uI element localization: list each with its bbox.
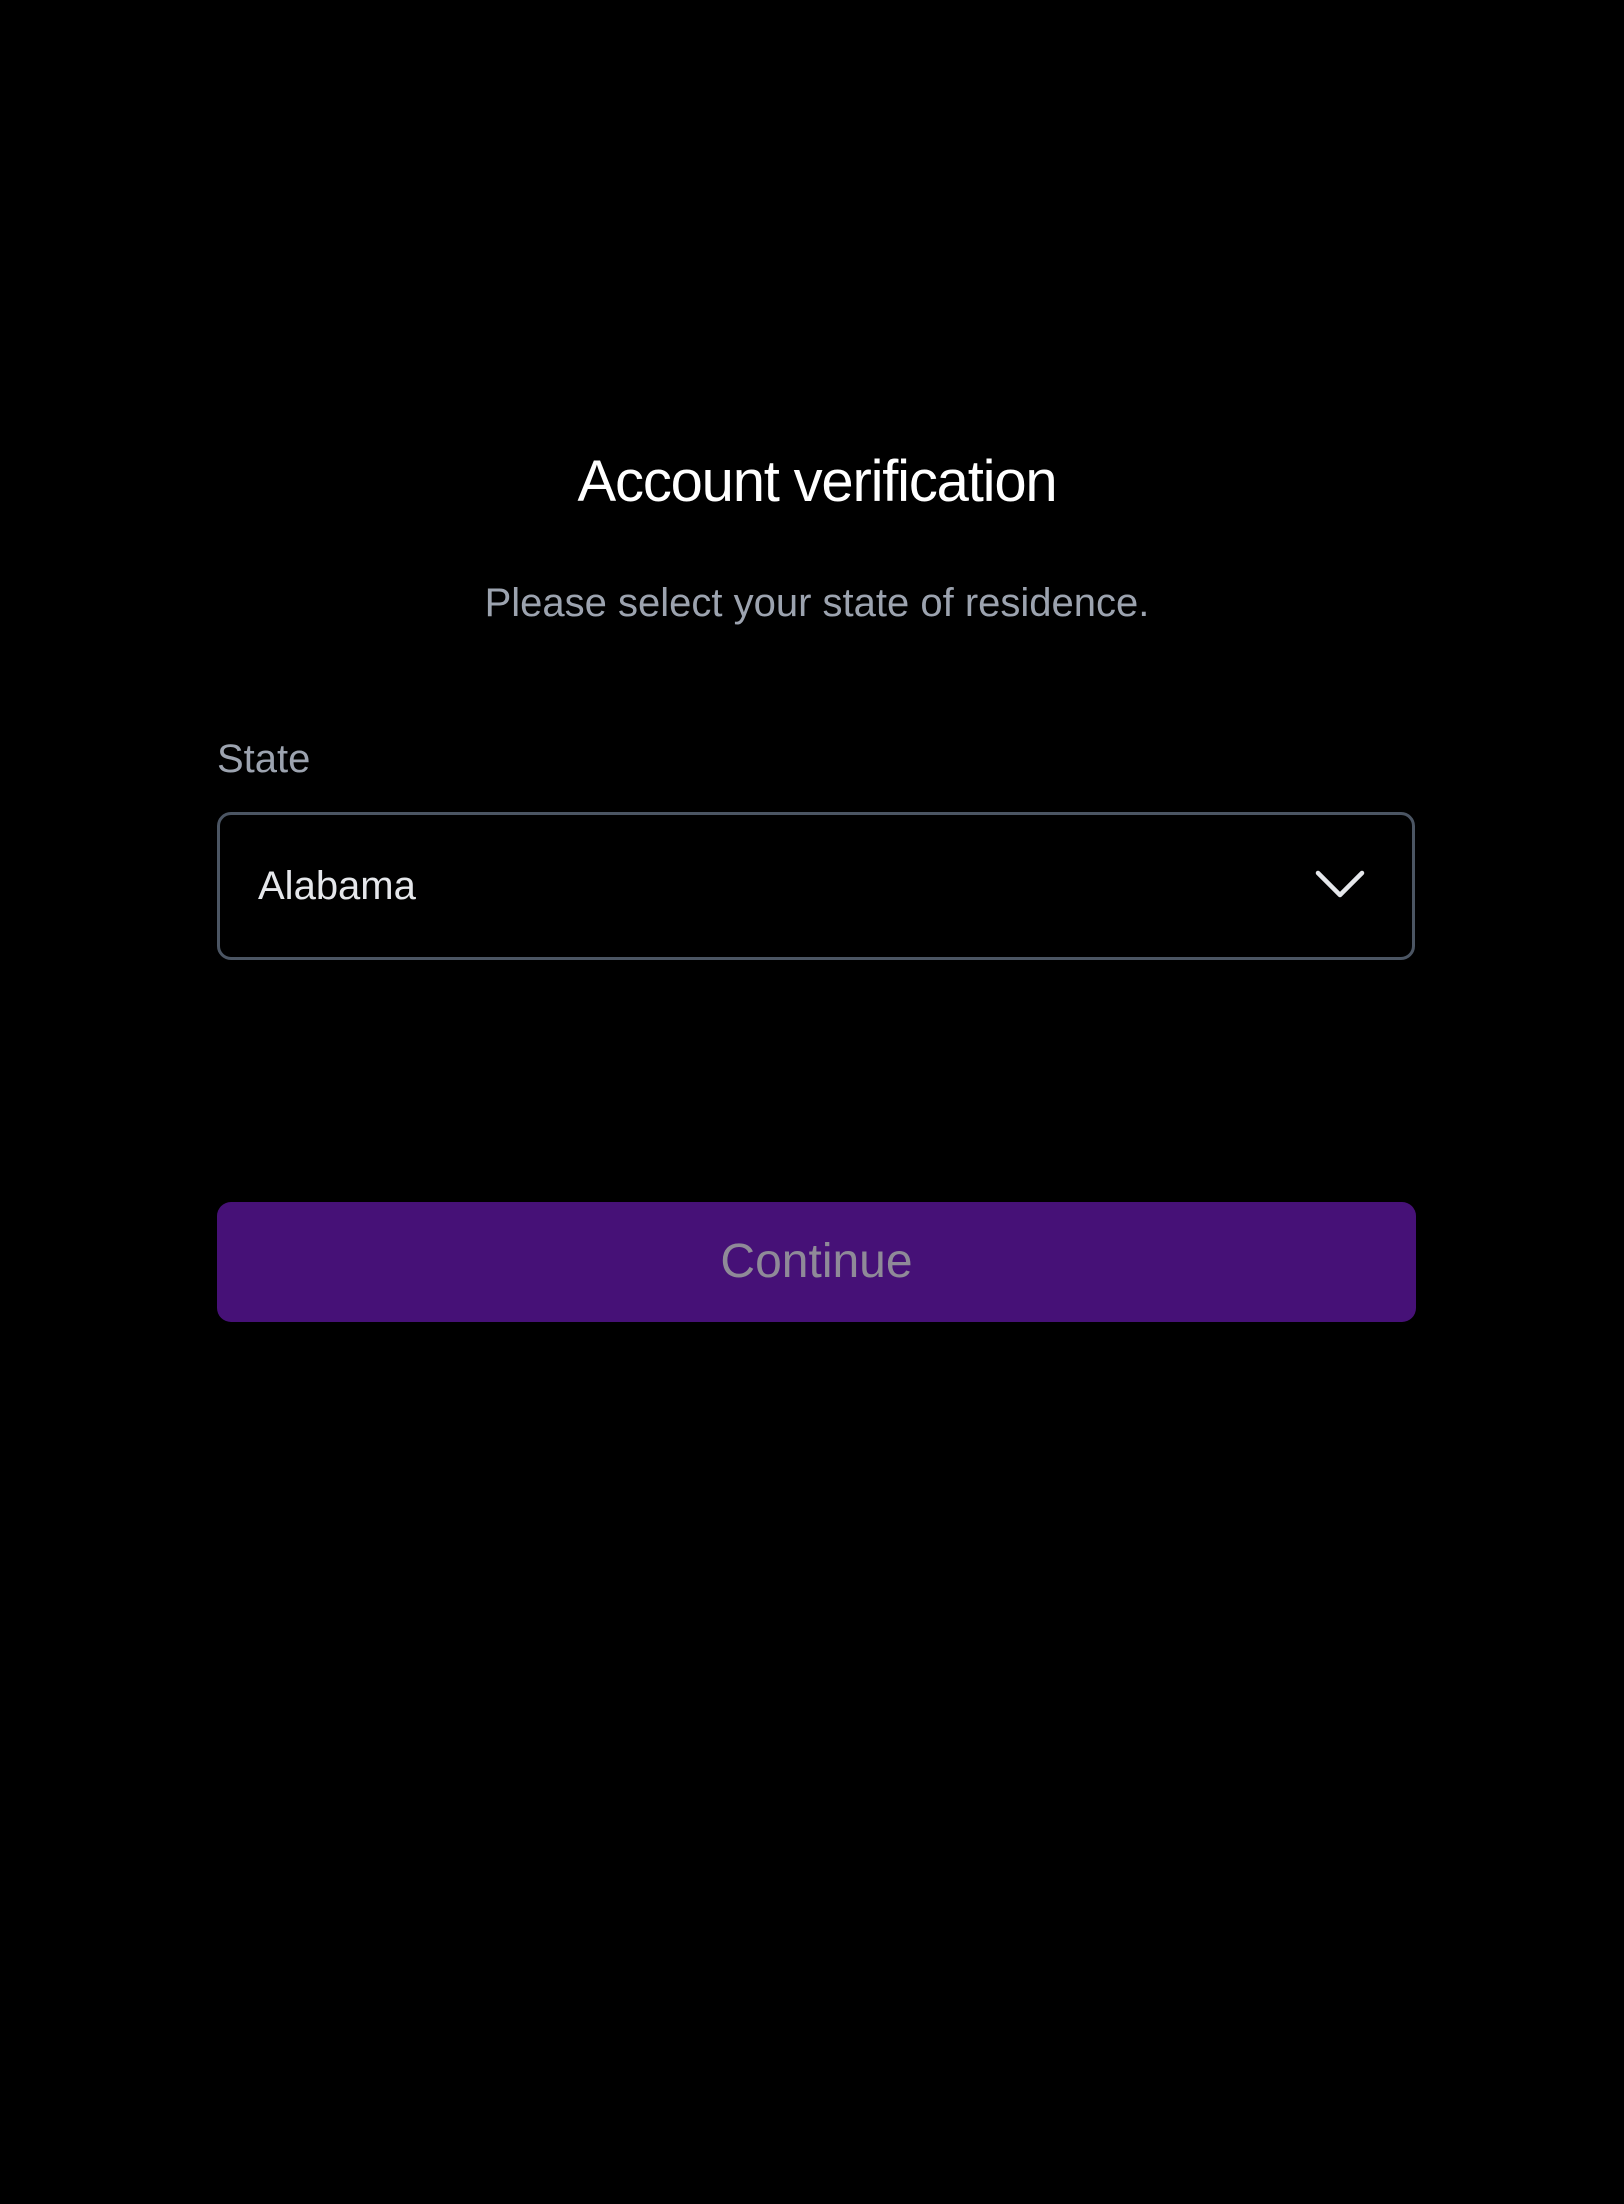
verification-page: Account verification Please select your … (0, 0, 1624, 2204)
chevron-down-icon (1315, 870, 1365, 898)
page-title: Account verification (577, 449, 1058, 514)
continue-button[interactable]: Continue (217, 1202, 1416, 1322)
state-field-label: State (217, 737, 311, 781)
page-subtitle: Please select your state of residence. (484, 581, 1150, 625)
state-select-value: Alabama (258, 864, 416, 908)
state-select[interactable]: Alabama (217, 812, 1415, 960)
